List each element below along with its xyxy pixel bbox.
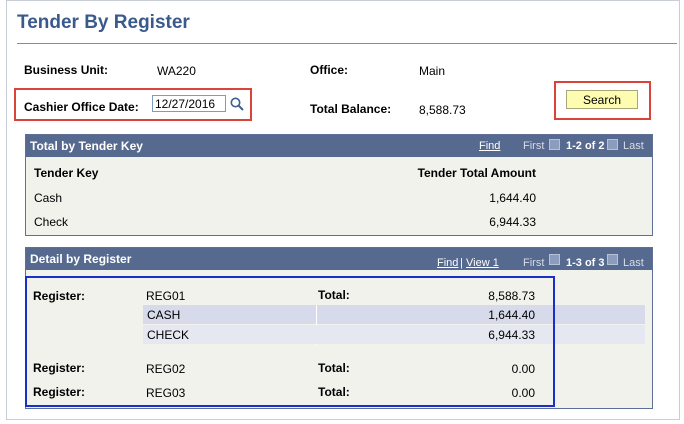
tender-amount-cell: 1,644.40 bbox=[489, 191, 536, 205]
tender-grid: Total by Tender Key Find First 1-2 of 2 … bbox=[25, 134, 653, 236]
business-unit-label: Business Unit: bbox=[24, 63, 109, 77]
cashier-date-label: Cashier Office Date: bbox=[24, 100, 139, 114]
total-balance-value: 8,588.73 bbox=[419, 103, 466, 117]
register-grid-header: Detail by Register Find | View 1 First 1… bbox=[26, 248, 652, 270]
register-find-link[interactable]: Find bbox=[437, 257, 458, 269]
tender-first-label: First bbox=[523, 140, 545, 152]
office-label: Office: bbox=[310, 63, 349, 77]
register-next-icon[interactable] bbox=[607, 254, 618, 265]
tender-grid-title: Total by Tender Key bbox=[30, 139, 143, 153]
tender-range: 1-2 of 2 bbox=[566, 140, 605, 152]
tender-grid-header: Total by Tender Key Find First 1-2 of 2 … bbox=[26, 135, 652, 157]
office-value: Main bbox=[419, 64, 446, 78]
tender-key-cell: Cash bbox=[34, 191, 63, 205]
tender-last-label: Last bbox=[623, 140, 644, 152]
register-nav-separator: | bbox=[460, 257, 463, 269]
register-highlight-box bbox=[25, 276, 555, 407]
register-view-link[interactable]: View 1 bbox=[466, 257, 499, 269]
business-unit-value: WA220 bbox=[157, 64, 196, 78]
lookup-icon[interactable] bbox=[229, 96, 245, 112]
col-tender-key: Tender Key bbox=[34, 166, 99, 180]
register-grid-title: Detail by Register bbox=[30, 252, 132, 266]
total-balance-label: Total Balance: bbox=[310, 102, 392, 116]
tender-amount-cell: 6,944.33 bbox=[489, 215, 536, 229]
page-title: Tender By Register bbox=[17, 12, 190, 33]
col-tender-amount: Tender Total Amount bbox=[417, 166, 536, 180]
title-divider bbox=[17, 43, 677, 44]
tender-prev-icon[interactable] bbox=[549, 139, 560, 150]
tender-key-cell: Check bbox=[34, 215, 69, 229]
register-range: 1-3 of 3 bbox=[566, 257, 605, 269]
search-button[interactable]: Search bbox=[566, 90, 638, 109]
register-prev-icon[interactable] bbox=[549, 254, 560, 265]
tender-next-icon[interactable] bbox=[607, 139, 618, 150]
register-last-label: Last bbox=[623, 257, 644, 269]
cashier-date-input[interactable] bbox=[152, 95, 226, 112]
tender-find-link[interactable]: Find bbox=[479, 140, 500, 152]
register-first-label: First bbox=[523, 257, 545, 269]
